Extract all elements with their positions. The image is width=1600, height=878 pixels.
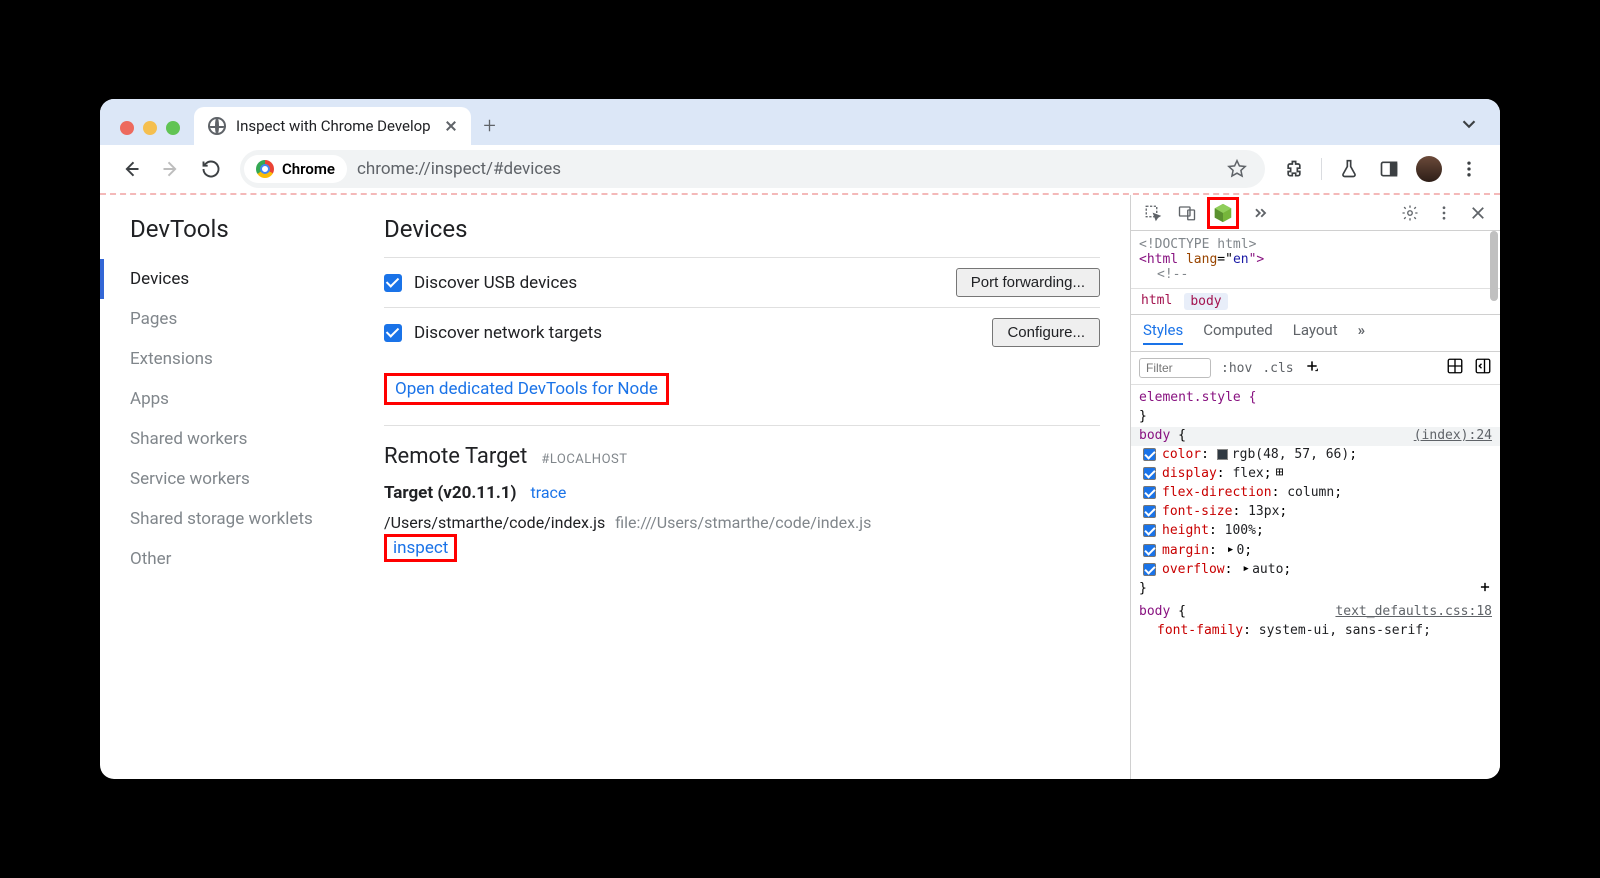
devtools-panel: <!DOCTYPE html> <html lang="en"> <!-- ht… <box>1130 195 1500 779</box>
css-decl-flex-direction[interactable]: flex-direction: column; <box>1139 484 1492 503</box>
tab-styles[interactable]: Styles <box>1143 321 1183 345</box>
maximize-icon[interactable] <box>166 121 180 135</box>
extensions-icon[interactable] <box>1277 152 1311 186</box>
chrome-pill[interactable]: Chrome <box>244 155 347 183</box>
flex-overlay-icon[interactable] <box>1446 357 1464 379</box>
browser-toolbar: Chrome chrome://inspect/#devices <box>100 145 1500 193</box>
sidebar-item-pages[interactable]: Pages <box>130 299 384 339</box>
node-icon[interactable] <box>1212 202 1234 224</box>
file-line: /Users/stmarthe/code/index.js file:///Us… <box>384 513 1100 532</box>
sidebar-item-apps[interactable]: Apps <box>130 379 384 419</box>
minimize-icon[interactable] <box>143 121 157 135</box>
tab-title: Inspect with Chrome Develop <box>236 117 431 135</box>
css-decl-color[interactable]: color: rgb(48, 57, 66); <box>1139 446 1492 465</box>
browser-tab[interactable]: Inspect with Chrome Develop <box>194 107 471 145</box>
elements-tree[interactable]: <!DOCTYPE html> <html lang="en"> <!-- <box>1131 231 1500 288</box>
open-node-devtools-link[interactable]: Open dedicated DevTools for Node <box>395 379 658 399</box>
styles-filter-bar: :hov .cls <box>1131 352 1500 385</box>
node-tab-highlight <box>1207 197 1239 229</box>
target-line: Target (v20.11.1) trace <box>384 479 1100 513</box>
back-button[interactable] <box>114 152 148 186</box>
url-text: chrome://inspect/#devices <box>357 159 561 179</box>
css-decl-overflow[interactable]: overflow: ▸auto; <box>1139 560 1492 580</box>
sidebar-item-extensions[interactable]: Extensions <box>130 339 384 379</box>
trace-link[interactable]: trace <box>530 483 566 502</box>
network-checkbox[interactable] <box>384 324 402 342</box>
inspect-element-icon[interactable] <box>1139 199 1167 227</box>
css-decl-font-size[interactable]: font-size: 13px; <box>1139 503 1492 522</box>
sidebar-item-other[interactable]: Other <box>130 539 384 579</box>
styles-tabbar: Styles Computed Layout » <box>1131 315 1500 352</box>
crumb-body[interactable]: body <box>1184 293 1227 310</box>
sidebar-title: DevTools <box>130 215 384 243</box>
devtools-tabbar <box>1131 195 1500 231</box>
configure-button[interactable]: Configure... <box>992 318 1100 347</box>
address-bar[interactable]: Chrome chrome://inspect/#devices <box>240 150 1265 188</box>
browser-window: Inspect with Chrome Develop + Chrome chr… <box>100 99 1500 779</box>
sidebar-item-devices[interactable]: Devices <box>100 259 384 299</box>
sidebar-item-service-workers[interactable]: Service workers <box>130 459 384 499</box>
usb-checkbox[interactable] <box>384 274 402 292</box>
close-tab-icon[interactable] <box>445 120 457 132</box>
chrome-icon <box>256 160 274 178</box>
tab-strip: Inspect with Chrome Develop + <box>100 99 1500 145</box>
tabs-menu-icon[interactable] <box>1458 113 1480 135</box>
devtools-close-icon[interactable] <box>1464 199 1492 227</box>
more-subtabs-icon[interactable]: » <box>1358 321 1366 345</box>
tab-layout[interactable]: Layout <box>1293 321 1338 345</box>
hov-toggle[interactable]: :hov <box>1221 361 1252 376</box>
crumb-html[interactable]: html <box>1141 293 1172 310</box>
styles-filter-input[interactable] <box>1139 358 1211 378</box>
inspect-page: DevTools DevicesPagesExtensionsAppsShare… <box>100 195 1130 779</box>
cls-toggle[interactable]: .cls <box>1262 361 1293 376</box>
window-controls <box>110 121 194 145</box>
device-toolbar-icon[interactable] <box>1173 199 1201 227</box>
add-rule-icon[interactable] <box>1478 580 1492 601</box>
tab-computed[interactable]: Computed <box>1203 321 1273 345</box>
css-decl-margin[interactable]: margin: ▸0; <box>1139 541 1492 561</box>
new-tab-button[interactable]: + <box>471 107 509 145</box>
sidebar-item-shared-storage-worklets[interactable]: Shared storage worklets <box>130 499 384 539</box>
side-panel-icon[interactable] <box>1372 152 1406 186</box>
reload-button[interactable] <box>194 152 228 186</box>
devtools-menu-icon[interactable] <box>1430 199 1458 227</box>
usb-label: Discover USB devices <box>414 273 956 293</box>
scrollbar-thumb[interactable] <box>1490 231 1498 301</box>
css-decl-display[interactable]: display: flex;⊞ <box>1139 464 1492 484</box>
port-forwarding-button[interactable]: Port forwarding... <box>956 268 1100 297</box>
globe-icon <box>208 117 226 135</box>
new-style-icon[interactable] <box>1304 358 1320 378</box>
bookmark-icon[interactable] <box>1227 159 1247 179</box>
divider <box>1321 158 1322 180</box>
devtools-sidebar: DevTools DevicesPagesExtensionsAppsShare… <box>100 195 384 779</box>
forward-button[interactable] <box>154 152 188 186</box>
css-decl-height[interactable]: height: 100%; <box>1139 522 1492 541</box>
devices-panel: Devices Discover USB devices Port forwar… <box>384 195 1130 779</box>
more-tabs-icon[interactable] <box>1245 199 1273 227</box>
content-area: DevTools DevicesPagesExtensionsAppsShare… <box>100 193 1500 779</box>
inspect-highlight: inspect <box>384 534 457 562</box>
usb-row: Discover USB devices Port forwarding... <box>384 257 1100 307</box>
chrome-pill-label: Chrome <box>282 160 335 178</box>
styles-rules[interactable]: element.style { } body { (index):24 colo… <box>1131 385 1500 779</box>
browser-menu-icon[interactable] <box>1452 152 1486 186</box>
breadcrumb[interactable]: html body <box>1131 288 1500 315</box>
inspect-link[interactable]: inspect <box>393 538 448 558</box>
profile-avatar[interactable] <box>1412 152 1446 186</box>
network-label: Discover network targets <box>414 323 992 343</box>
node-link-highlight: Open dedicated DevTools for Node <box>384 373 669 405</box>
remote-target-heading: Remote Target #LOCALHOST <box>384 426 1100 479</box>
devices-heading: Devices <box>384 215 1100 243</box>
close-icon[interactable] <box>120 121 134 135</box>
network-row: Discover network targets Configure... <box>384 307 1100 357</box>
settings-icon[interactable] <box>1396 199 1424 227</box>
labs-icon[interactable] <box>1332 152 1366 186</box>
toggle-sidebar-icon[interactable] <box>1474 357 1492 379</box>
sidebar-item-shared-workers[interactable]: Shared workers <box>130 419 384 459</box>
